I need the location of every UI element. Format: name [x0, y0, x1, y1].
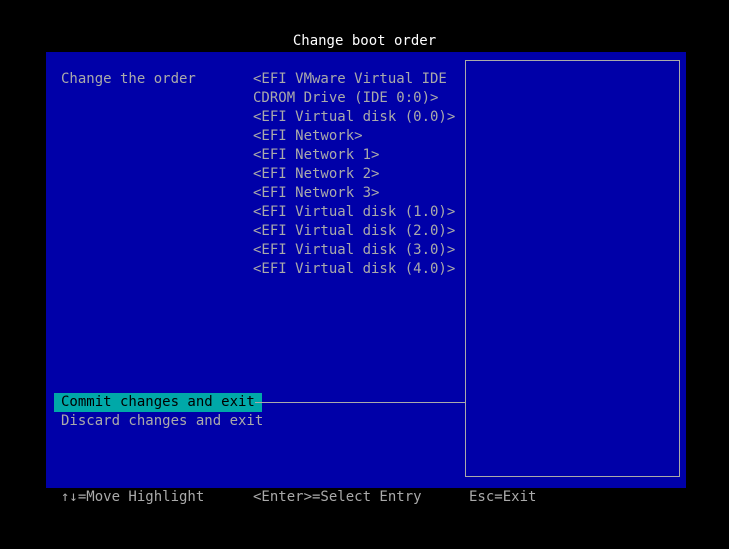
boot-entry-disk-0[interactable]: <EFI Virtual disk (0.0)>: [253, 108, 458, 127]
boot-order-list[interactable]: <EFI VMware Virtual IDE CDROM Drive (IDE…: [253, 70, 458, 279]
help-panel: [465, 60, 680, 477]
boot-entry-disk-3[interactable]: <EFI Virtual disk (3.0)>: [253, 241, 458, 260]
commit-changes-button[interactable]: Commit changes and exit: [54, 393, 262, 412]
page-title: Change boot order: [292, 33, 437, 49]
boot-entry-network-3[interactable]: <EFI Network 3>: [253, 184, 458, 203]
boot-entry-cdrom[interactable]: <EFI VMware Virtual IDE CDROM Drive (IDE…: [253, 70, 458, 108]
footer-exit-hint: Esc=Exit: [469, 489, 537, 505]
discard-changes-button[interactable]: Discard changes and exit: [61, 412, 263, 431]
boot-entry-network[interactable]: <EFI Network>: [253, 127, 458, 146]
selection-connector-line: [255, 402, 466, 403]
boot-entry-disk-2[interactable]: <EFI Virtual disk (2.0)>: [253, 222, 458, 241]
boot-entry-disk-1[interactable]: <EFI Virtual disk (1.0)>: [253, 203, 458, 222]
boot-entry-network-1[interactable]: <EFI Network 1>: [253, 146, 458, 165]
change-order-label: Change the order: [61, 71, 196, 87]
footer-move-hint: ↑↓=Move Highlight: [61, 489, 205, 505]
boot-entry-disk-4[interactable]: <EFI Virtual disk (4.0)>: [253, 260, 458, 279]
boot-entry-network-2[interactable]: <EFI Network 2>: [253, 165, 458, 184]
boot-order-panel: Change the order <EFI VMware Virtual IDE…: [46, 52, 686, 488]
footer-select-hint: <Enter>=Select Entry: [253, 489, 422, 505]
